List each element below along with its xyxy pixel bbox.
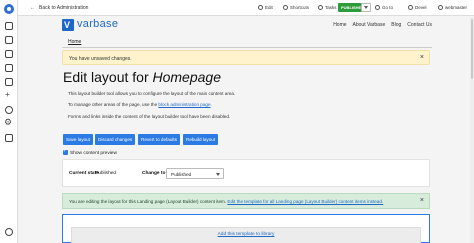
toolbar-devel[interactable]: Devel xyxy=(408,5,427,10)
content-icon[interactable] xyxy=(5,22,13,30)
toolbar-shortcuts[interactable]: Shortcuts xyxy=(283,5,309,10)
close-icon[interactable]: × xyxy=(420,197,424,204)
moderation-panel: Current state Published Change to Publis… xyxy=(62,159,430,187)
top-toolbar: ← Back to Administration Edit Shortcuts T… xyxy=(18,0,474,16)
description-line-3: Forms and links inside the content of th… xyxy=(68,114,231,119)
checkbox-checked-icon[interactable] xyxy=(63,148,68,155)
edit-label: Edit xyxy=(265,5,273,10)
page-title: Edit layout for Homepage xyxy=(63,69,221,85)
content-preview-toggle[interactable]: Show content preview xyxy=(63,148,117,156)
reports-icon[interactable] xyxy=(5,134,13,142)
rebuild-layout-button[interactable]: Rebuild layout xyxy=(183,134,219,145)
goto-label: Go to xyxy=(382,5,394,10)
description-line-2: To manage other areas of the page, use t… xyxy=(68,102,212,107)
title-prefix: Edit layout for xyxy=(63,69,153,85)
toolbar-tasks[interactable]: Tasks xyxy=(318,5,337,10)
description-line-2-end: . xyxy=(210,102,212,107)
add-to-library-link[interactable]: Add this template to library xyxy=(72,232,420,237)
toolbar-edit[interactable]: Edit xyxy=(258,5,273,10)
layout-builder-region: Add this template to library xyxy=(62,214,430,243)
toolbar-user[interactable]: webmaster xyxy=(438,5,467,10)
nav-item-home[interactable]: Home xyxy=(333,22,346,28)
back-label: Back to Administration xyxy=(39,5,89,11)
nav-item-contact[interactable]: Contact Us xyxy=(407,22,432,28)
current-state-value: Published xyxy=(95,171,117,176)
tasks-label: Tasks xyxy=(325,5,337,10)
title-entity: Homepage xyxy=(152,69,222,85)
site-header: varbase Home About Varbase Blog Contact Us xyxy=(62,17,432,33)
discard-changes-button[interactable]: Discard changes xyxy=(95,134,136,145)
nav-item-blog[interactable]: Blog xyxy=(391,22,401,28)
layers-icon[interactable] xyxy=(5,50,13,58)
editing-notice: You are editing the layout for this Land… xyxy=(62,193,430,209)
back-to-admin-link[interactable]: ← Back to Administration xyxy=(30,5,88,11)
nav-item-about[interactable]: About Varbase xyxy=(353,22,386,28)
devel-label: Devel xyxy=(415,5,427,10)
star-icon xyxy=(283,5,288,10)
shortcuts-label: Shortcuts xyxy=(290,5,310,10)
structure-icon[interactable] xyxy=(5,36,13,44)
breadcrumb[interactable]: Home xyxy=(68,39,81,45)
editing-notice-text: You are editing the layout for this Land… xyxy=(69,199,383,204)
divider xyxy=(62,47,432,48)
change-to-select[interactable]: Published xyxy=(166,168,224,179)
user-icon xyxy=(438,5,443,10)
site-name: varbase xyxy=(77,18,119,30)
edit-template-link[interactable]: Edit the template for all Landing page (… xyxy=(227,199,383,204)
help-icon[interactable] xyxy=(5,228,13,236)
alert-message: You have unsaved changes. xyxy=(69,56,132,62)
save-layout-button[interactable]: Save layout xyxy=(63,134,94,145)
editing-notice-message: You are editing the layout for this Land… xyxy=(69,199,228,204)
content-preview-label: Show content preview xyxy=(70,151,117,156)
description-line-1: This layout builder tool allows you to c… xyxy=(68,91,236,96)
description-line-2-text: To manage other areas of the page, use t… xyxy=(68,102,159,107)
main-navigation: Home About Varbase Blog Contact Us xyxy=(327,22,432,28)
devel-icon xyxy=(408,5,413,10)
close-icon[interactable]: × xyxy=(420,54,424,61)
people-icon[interactable] xyxy=(5,106,13,114)
extend-icon[interactable] xyxy=(5,78,13,86)
page-scrollbar[interactable] xyxy=(470,17,474,243)
goto-icon xyxy=(375,5,380,10)
publish-dropdown-button[interactable] xyxy=(361,3,371,12)
tasks-icon xyxy=(318,5,323,10)
unsaved-changes-alert: You have unsaved changes. × xyxy=(62,50,430,65)
appearance-icon[interactable] xyxy=(5,64,13,72)
gear-icon[interactable] xyxy=(4,118,13,128)
arrow-left-icon: ← xyxy=(30,5,35,11)
drupal-logo-icon[interactable] xyxy=(4,4,14,14)
change-to-value: Published xyxy=(171,172,192,177)
block-admin-link[interactable]: block administration page xyxy=(158,102,210,107)
varbase-logo-icon xyxy=(62,19,74,31)
scrollbar-thumb[interactable] xyxy=(471,19,473,79)
pencil-icon xyxy=(258,5,263,10)
add-icon[interactable] xyxy=(5,89,13,101)
revert-to-defaults-button[interactable]: Revert to defaults xyxy=(138,134,181,145)
toolbar-goto[interactable]: Go to xyxy=(375,5,393,10)
user-label: webmaster xyxy=(445,5,468,10)
admin-sidebar xyxy=(0,0,18,243)
layout-section: Add this template to library xyxy=(71,227,421,243)
change-to-label: Change to xyxy=(142,171,166,176)
